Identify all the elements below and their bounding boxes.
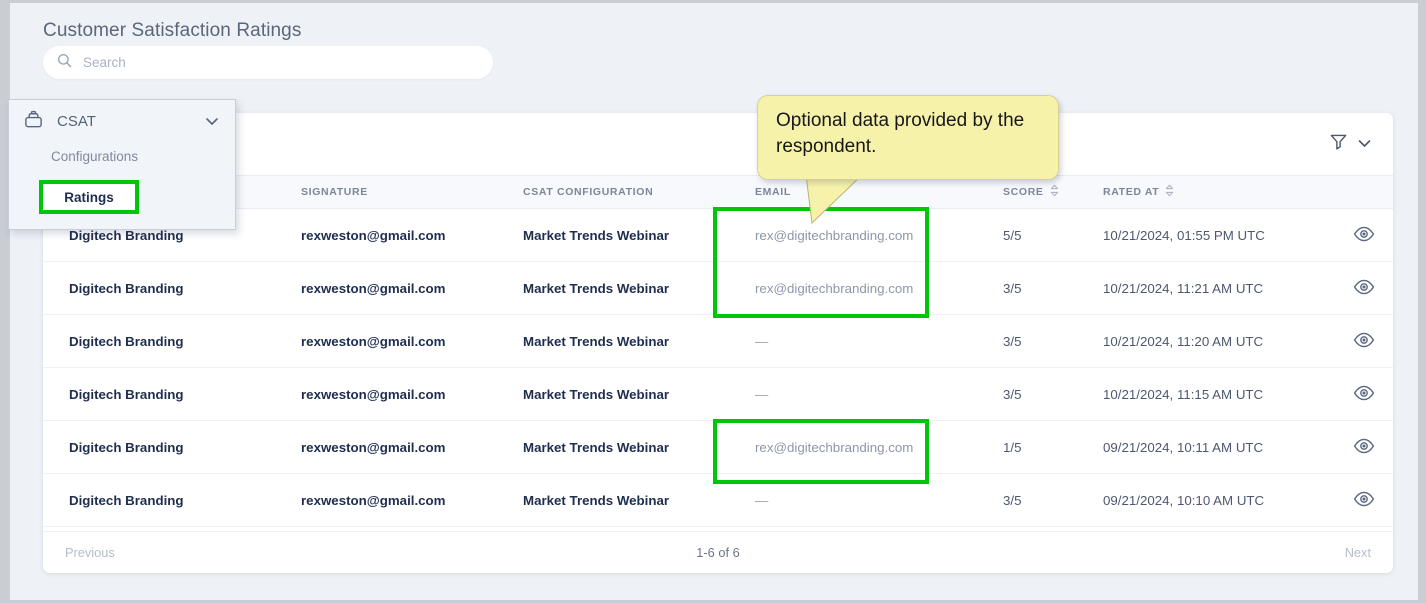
cell-name: Digitech Branding xyxy=(43,421,275,474)
cell-email: rex@digitechbranding.com xyxy=(729,262,977,315)
cell-configuration: Market Trends Webinar xyxy=(497,474,729,527)
table-row[interactable]: Digitech Branding rexweston@gmail.com Ma… xyxy=(43,315,1393,368)
cell-name: Digitech Branding xyxy=(43,262,275,315)
cell-signature: rexweston@gmail.com xyxy=(275,262,497,315)
cell-score: 1/5 xyxy=(977,421,1077,474)
eye-icon[interactable] xyxy=(1353,226,1375,242)
csat-nav-panel: CSAT Configurations Ratings xyxy=(8,99,236,230)
eye-icon[interactable] xyxy=(1353,491,1375,507)
column-header-score[interactable]: SCORE xyxy=(977,176,1077,209)
cell-score: 5/5 xyxy=(977,209,1077,262)
callout-bubble: Optional data provided by the respondent… xyxy=(757,95,1059,180)
cell-rated-at: 09/21/2024, 10:10 AM UTC xyxy=(1077,474,1335,527)
page-title: Customer Satisfaction Ratings xyxy=(43,20,301,42)
eye-icon[interactable] xyxy=(1353,332,1375,348)
pagination-range-label: 1-6 of 6 xyxy=(696,545,739,560)
search-bar[interactable] xyxy=(43,46,493,79)
cell-score: 3/5 xyxy=(977,474,1077,527)
pagination-bar: Previous 1-6 of 6 Next xyxy=(43,531,1393,573)
cell-action[interactable] xyxy=(1335,368,1393,421)
sidebar-item-configurations[interactable]: Configurations xyxy=(9,143,235,170)
callout-tail xyxy=(800,175,870,225)
briefcase-icon xyxy=(23,109,44,135)
column-label: RATED AT xyxy=(1103,186,1159,198)
table-row[interactable]: Digitech Branding rexweston@gmail.com Ma… xyxy=(43,262,1393,315)
chevron-down-icon[interactable] xyxy=(205,113,219,131)
search-icon xyxy=(57,53,72,73)
cell-name: Digitech Branding xyxy=(43,368,275,421)
column-header-csat-configuration: CSAT CONFIGURATION xyxy=(497,176,729,209)
cell-action[interactable] xyxy=(1335,474,1393,527)
cell-name: Digitech Branding xyxy=(43,474,275,527)
eye-icon[interactable] xyxy=(1353,279,1375,295)
filter-control[interactable] xyxy=(1329,132,1371,156)
column-label: EMAIL xyxy=(755,186,791,198)
cell-configuration: Market Trends Webinar xyxy=(497,209,729,262)
cell-configuration: Market Trends Webinar xyxy=(497,262,729,315)
cell-action[interactable] xyxy=(1335,315,1393,368)
cell-configuration: Market Trends Webinar xyxy=(497,368,729,421)
eye-icon[interactable] xyxy=(1353,438,1375,454)
cell-rated-at: 09/21/2024, 10:11 AM UTC xyxy=(1077,421,1335,474)
table-body: Digitech Branding rexweston@gmail.com Ma… xyxy=(43,209,1393,527)
table-header-row: SIGNATURE CSAT CONFIGURATION EMAIL SCORE xyxy=(43,176,1393,209)
ratings-card: SIGNATURE CSAT CONFIGURATION EMAIL SCORE xyxy=(43,113,1393,573)
search-input[interactable] xyxy=(83,55,453,70)
table-row[interactable]: Digitech Branding rexweston@gmail.com Ma… xyxy=(43,368,1393,421)
cell-configuration: Market Trends Webinar xyxy=(497,315,729,368)
csat-nav-title: CSAT xyxy=(57,113,96,130)
cell-score: 3/5 xyxy=(977,315,1077,368)
cell-configuration: Market Trends Webinar xyxy=(497,421,729,474)
cell-action[interactable] xyxy=(1335,262,1393,315)
cell-rated-at: 10/21/2024, 11:20 AM UTC xyxy=(1077,315,1335,368)
column-header-action xyxy=(1335,176,1393,209)
table-row[interactable]: Digitech Branding rexweston@gmail.com Ma… xyxy=(43,474,1393,527)
pagination-previous-button[interactable]: Previous xyxy=(65,545,115,560)
ratings-table: SIGNATURE CSAT CONFIGURATION EMAIL SCORE xyxy=(43,175,1393,527)
sort-updown-icon[interactable] xyxy=(1050,184,1059,200)
filter-funnel-icon[interactable] xyxy=(1329,132,1348,156)
eye-icon[interactable] xyxy=(1353,385,1375,401)
cell-action[interactable] xyxy=(1335,421,1393,474)
cell-signature: rexweston@gmail.com xyxy=(275,368,497,421)
table-row[interactable]: Digitech Branding rexweston@gmail.com Ma… xyxy=(43,421,1393,474)
cell-score: 3/5 xyxy=(977,368,1077,421)
cell-score: 3/5 xyxy=(977,262,1077,315)
table-header: SIGNATURE CSAT CONFIGURATION EMAIL SCORE xyxy=(43,176,1393,209)
table-row[interactable]: Digitech Branding rexweston@gmail.com Ma… xyxy=(43,209,1393,262)
column-header-rated-at[interactable]: RATED AT xyxy=(1077,176,1335,209)
cell-email: — xyxy=(729,368,977,421)
cell-email: rex@digitechbranding.com xyxy=(729,421,977,474)
column-label: CSAT CONFIGURATION xyxy=(523,186,653,198)
cell-rated-at: 10/21/2024, 11:15 AM UTC xyxy=(1077,368,1335,421)
cell-email: — xyxy=(729,315,977,368)
chevron-down-icon[interactable] xyxy=(1358,135,1371,153)
column-label: SIGNATURE xyxy=(301,186,368,198)
cell-signature: rexweston@gmail.com xyxy=(275,315,497,368)
csat-nav-header[interactable]: CSAT xyxy=(9,100,235,143)
cell-rated-at: 10/21/2024, 11:21 AM UTC xyxy=(1077,262,1335,315)
cell-rated-at: 10/21/2024, 01:55 PM UTC xyxy=(1077,209,1335,262)
sort-updown-icon[interactable] xyxy=(1165,184,1174,200)
cell-name: Digitech Branding xyxy=(43,315,275,368)
cell-signature: rexweston@gmail.com xyxy=(275,421,497,474)
pagination-next-button[interactable]: Next xyxy=(1345,545,1371,560)
sidebar-item-ratings[interactable]: Ratings xyxy=(39,180,139,214)
cell-action[interactable] xyxy=(1335,209,1393,262)
column-label: SCORE xyxy=(1003,186,1044,198)
cell-email: — xyxy=(729,474,977,527)
cell-signature: rexweston@gmail.com xyxy=(275,209,497,262)
cell-signature: rexweston@gmail.com xyxy=(275,474,497,527)
table-toolbar xyxy=(43,113,1393,175)
app-root: Customer Satisfaction Ratings xyxy=(0,0,1426,603)
column-header-signature: SIGNATURE xyxy=(275,176,497,209)
